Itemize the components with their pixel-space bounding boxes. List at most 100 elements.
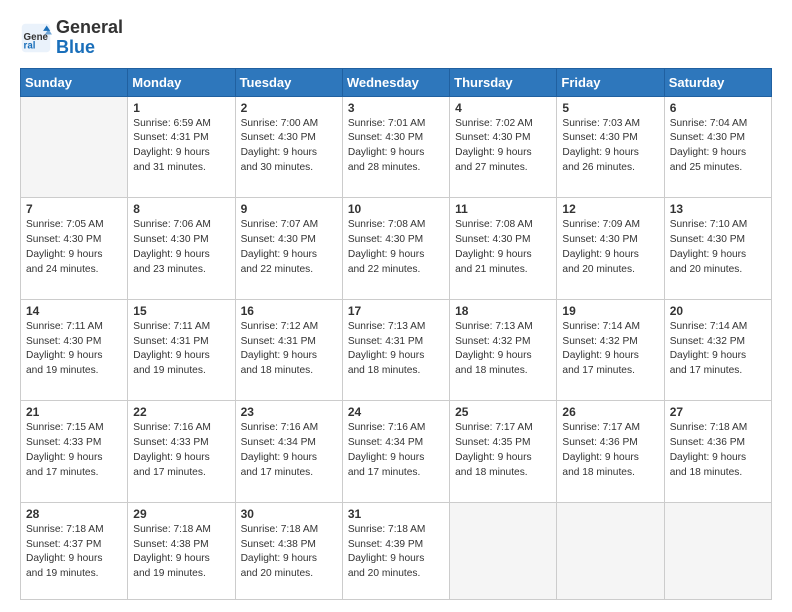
calendar-week-4: 21Sunrise: 7:15 AMSunset: 4:33 PMDayligh…: [21, 401, 772, 503]
day-content: Sunrise: 7:18 AMSunset: 4:38 PMDaylight:…: [241, 523, 337, 582]
day-content: Sunrise: 7:16 AMSunset: 4:33 PMDaylight:…: [133, 421, 229, 480]
logo-blue: Blue: [56, 37, 95, 57]
day-content: Sunrise: 7:16 AMSunset: 4:34 PMDaylight:…: [241, 421, 337, 480]
day-number: 1: [133, 101, 229, 115]
day-content: Sunrise: 7:00 AMSunset: 4:30 PMDaylight:…: [241, 117, 337, 176]
day-content: Sunrise: 7:01 AMSunset: 4:30 PMDaylight:…: [348, 117, 444, 176]
calendar-cell: 4 Sunrise: 7:02 AMSunset: 4:30 PMDaylight…: [450, 96, 557, 198]
day-content: Sunrise: 7:08 AMSunset: 4:30 PMDaylight:…: [348, 218, 444, 277]
calendar-cell: 31 Sunrise: 7:18 AMSunset: 4:39 PMDayligh…: [342, 502, 449, 599]
day-number: 27: [670, 405, 766, 419]
calendar-cell: 18 Sunrise: 7:13 AMSunset: 4:32 PMDayligh…: [450, 299, 557, 401]
logo-general: General: [56, 17, 123, 37]
header: Gene ral General Blue: [20, 18, 772, 58]
calendar-cell: 16 Sunrise: 7:12 AMSunset: 4:31 PMDayligh…: [235, 299, 342, 401]
day-content: Sunrise: 7:02 AMSunset: 4:30 PMDaylight:…: [455, 117, 551, 176]
calendar-week-1: 1 Sunrise: 6:59 AMSunset: 4:31 PMDaylight…: [21, 96, 772, 198]
logo-icon: Gene ral: [20, 22, 52, 54]
day-number: 25: [455, 405, 551, 419]
calendar-cell: 14 Sunrise: 7:11 AMSunset: 4:30 PMDayligh…: [21, 299, 128, 401]
day-number: 14: [26, 304, 122, 318]
calendar-cell: 25Sunrise: 7:17 AMSunset: 4:35 PMDayligh…: [450, 401, 557, 503]
day-number: 28: [26, 507, 122, 521]
day-content: Sunrise: 7:11 AMSunset: 4:31 PMDaylight:…: [133, 320, 229, 379]
day-content: Sunrise: 7:18 AMSunset: 4:38 PMDaylight:…: [133, 523, 229, 582]
day-number: 16: [241, 304, 337, 318]
day-number: 31: [348, 507, 444, 521]
day-number: 30: [241, 507, 337, 521]
calendar-table: SundayMondayTuesdayWednesdayThursdayFrid…: [20, 68, 772, 600]
calendar-cell: 11 Sunrise: 7:08 AMSunset: 4:30 PMDayligh…: [450, 198, 557, 300]
day-number: 3: [348, 101, 444, 115]
calendar-cell: 9 Sunrise: 7:07 AMSunset: 4:30 PMDaylight…: [235, 198, 342, 300]
calendar-week-2: 7 Sunrise: 7:05 AMSunset: 4:30 PMDaylight…: [21, 198, 772, 300]
day-number: 18: [455, 304, 551, 318]
weekday-header-friday: Friday: [557, 68, 664, 96]
day-content: Sunrise: 7:11 AMSunset: 4:30 PMDaylight:…: [26, 320, 122, 379]
day-content: Sunrise: 7:18 AMSunset: 4:37 PMDaylight:…: [26, 523, 122, 582]
calendar-week-3: 14 Sunrise: 7:11 AMSunset: 4:30 PMDayligh…: [21, 299, 772, 401]
day-number: 8: [133, 202, 229, 216]
calendar-cell: 24 Sunrise: 7:16 AMSunset: 4:34 PMDayligh…: [342, 401, 449, 503]
calendar-cell: 29 Sunrise: 7:18 AMSunset: 4:38 PMDayligh…: [128, 502, 235, 599]
day-number: 2: [241, 101, 337, 115]
day-number: 7: [26, 202, 122, 216]
day-number: 23: [241, 405, 337, 419]
day-number: 20: [670, 304, 766, 318]
calendar-cell: 26 Sunrise: 7:17 AMSunset: 4:36 PMDayligh…: [557, 401, 664, 503]
day-number: 13: [670, 202, 766, 216]
calendar-cell: 21Sunrise: 7:15 AMSunset: 4:33 PMDayligh…: [21, 401, 128, 503]
calendar-cell: 17 Sunrise: 7:13 AMSunset: 4:31 PMDayligh…: [342, 299, 449, 401]
day-number: 15: [133, 304, 229, 318]
calendar-header-row: SundayMondayTuesdayWednesdayThursdayFrid…: [21, 68, 772, 96]
day-content: Sunrise: 7:14 AMSunset: 4:32 PMDaylight:…: [670, 320, 766, 379]
weekday-header-tuesday: Tuesday: [235, 68, 342, 96]
day-number: 11: [455, 202, 551, 216]
day-content: Sunrise: 7:08 AMSunset: 4:30 PMDaylight:…: [455, 218, 551, 277]
day-content: Sunrise: 7:07 AMSunset: 4:30 PMDaylight:…: [241, 218, 337, 277]
calendar-cell: 6 Sunrise: 7:04 AMSunset: 4:30 PMDaylight…: [664, 96, 771, 198]
day-content: Sunrise: 7:05 AMSunset: 4:30 PMDaylight:…: [26, 218, 122, 277]
calendar-cell: 13Sunrise: 7:10 AMSunset: 4:30 PMDayligh…: [664, 198, 771, 300]
calendar-cell: 23 Sunrise: 7:16 AMSunset: 4:34 PMDayligh…: [235, 401, 342, 503]
day-number: 21: [26, 405, 122, 419]
day-number: 9: [241, 202, 337, 216]
day-content: Sunrise: 7:18 AMSunset: 4:39 PMDaylight:…: [348, 523, 444, 582]
calendar-cell: 7 Sunrise: 7:05 AMSunset: 4:30 PMDaylight…: [21, 198, 128, 300]
weekday-header-wednesday: Wednesday: [342, 68, 449, 96]
calendar-cell: [21, 96, 128, 198]
day-content: Sunrise: 7:09 AMSunset: 4:30 PMDaylight:…: [562, 218, 658, 277]
calendar-cell: 5 Sunrise: 7:03 AMSunset: 4:30 PMDaylight…: [557, 96, 664, 198]
day-content: Sunrise: 7:03 AMSunset: 4:30 PMDaylight:…: [562, 117, 658, 176]
day-content: Sunrise: 7:13 AMSunset: 4:32 PMDaylight:…: [455, 320, 551, 379]
calendar-cell: 30 Sunrise: 7:18 AMSunset: 4:38 PMDayligh…: [235, 502, 342, 599]
day-number: 26: [562, 405, 658, 419]
day-number: 24: [348, 405, 444, 419]
calendar-cell: 8Sunrise: 7:06 AMSunset: 4:30 PMDaylight…: [128, 198, 235, 300]
weekday-header-thursday: Thursday: [450, 68, 557, 96]
day-content: Sunrise: 7:17 AMSunset: 4:36 PMDaylight:…: [562, 421, 658, 480]
calendar-cell: [450, 502, 557, 599]
calendar-cell: 22Sunrise: 7:16 AMSunset: 4:33 PMDayligh…: [128, 401, 235, 503]
day-number: 19: [562, 304, 658, 318]
weekday-header-saturday: Saturday: [664, 68, 771, 96]
calendar-cell: [557, 502, 664, 599]
calendar-cell: 1 Sunrise: 6:59 AMSunset: 4:31 PMDaylight…: [128, 96, 235, 198]
day-number: 5: [562, 101, 658, 115]
calendar-cell: 2 Sunrise: 7:00 AMSunset: 4:30 PMDaylight…: [235, 96, 342, 198]
day-content: Sunrise: 6:59 AMSunset: 4:31 PMDaylight:…: [133, 117, 229, 176]
calendar-cell: [664, 502, 771, 599]
day-number: 6: [670, 101, 766, 115]
page: Gene ral General Blue SundayMondayTuesda…: [0, 0, 792, 612]
day-content: Sunrise: 7:16 AMSunset: 4:34 PMDaylight:…: [348, 421, 444, 480]
calendar-cell: 15 Sunrise: 7:11 AMSunset: 4:31 PMDayligh…: [128, 299, 235, 401]
day-content: Sunrise: 7:14 AMSunset: 4:32 PMDaylight:…: [562, 320, 658, 379]
logo: Gene ral General Blue: [20, 18, 123, 58]
day-content: Sunrise: 7:13 AMSunset: 4:31 PMDaylight:…: [348, 320, 444, 379]
day-number: 4: [455, 101, 551, 115]
day-number: 29: [133, 507, 229, 521]
day-content: Sunrise: 7:12 AMSunset: 4:31 PMDaylight:…: [241, 320, 337, 379]
day-number: 17: [348, 304, 444, 318]
day-content: Sunrise: 7:04 AMSunset: 4:30 PMDaylight:…: [670, 117, 766, 176]
day-number: 10: [348, 202, 444, 216]
